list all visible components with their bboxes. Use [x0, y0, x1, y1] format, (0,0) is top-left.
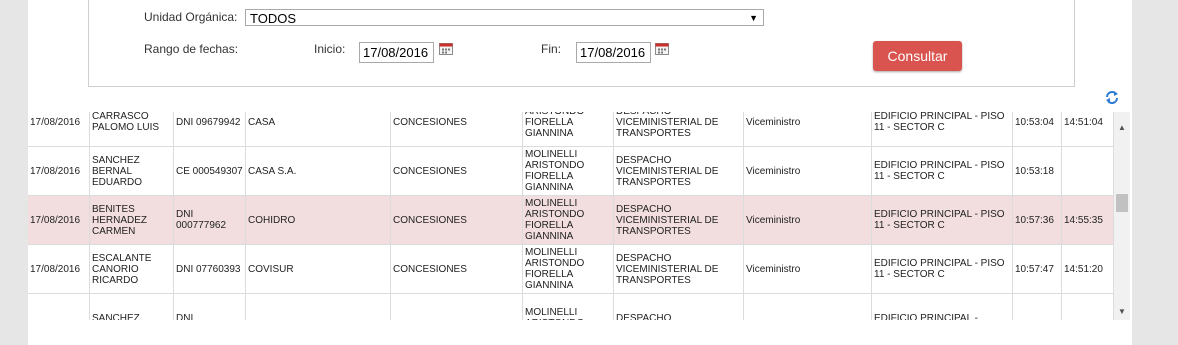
cell-entidad	[246, 294, 391, 320]
cell-ingreso: 10:53:04	[1013, 112, 1062, 146]
cell-oficina: DESPACHO	[614, 294, 744, 320]
cell-empleado: MOLINELLI ARISTONDO FIORELLA GIANNINA	[523, 245, 614, 293]
cell-ingreso	[1013, 294, 1062, 320]
cell-oficina: DESPACHO VICEMINISTERIAL DE TRANSPORTES	[614, 147, 744, 195]
scroll-down-arrow-icon[interactable]: ▼	[1114, 304, 1130, 320]
fin-label: Fin:	[541, 42, 562, 56]
cell-lugar: EDIFICIO PRINCIPAL -	[872, 294, 1013, 320]
scroll-up-arrow-icon[interactable]: ▲	[1114, 120, 1130, 136]
scroll-thumb[interactable]	[1116, 194, 1128, 212]
table-row[interactable]: 17/08/2016 CARRASCO PALOMO LUIS DNI 096799…	[28, 112, 1114, 147]
cell-entidad: CASA S.A.	[246, 147, 391, 195]
cell-fecha: 17/08/2016	[28, 147, 90, 195]
calendar-icon[interactable]	[655, 42, 669, 55]
cell-visitante: SANCHEZ	[90, 294, 174, 320]
cell-lugar: EDIFICIO PRINCIPAL - PISO 11 - SECTOR C	[872, 147, 1013, 195]
cell-entidad: COHIDRO	[246, 196, 391, 244]
cell-lugar: EDIFICIO PRINCIPAL - PISO 11 - SECTOR C	[872, 112, 1013, 146]
cell-documento: DNI 000777962	[174, 196, 246, 244]
cell-fecha	[28, 294, 90, 320]
refresh-icon[interactable]	[1104, 89, 1120, 105]
unidad-label: Unidad Orgánica:	[144, 10, 238, 24]
cell-oficina: DESPACHO VICEMINISTERIAL DE TRANSPORTES	[614, 196, 744, 244]
cell-cargo: Viceministro	[744, 245, 872, 293]
cell-salida	[1062, 147, 1114, 195]
cell-motivo: CONCESIONES	[391, 196, 523, 244]
cell-cargo: Viceministro	[744, 196, 872, 244]
inicio-label: Inicio:	[314, 42, 346, 56]
cell-oficina: DESPACHO VICEMINISTERIAL DE TRANSPORTES	[614, 245, 744, 293]
cell-visitante: CARRASCO PALOMO LUIS	[90, 112, 174, 146]
cell-salida: 14:55:35	[1062, 196, 1114, 244]
cell-entidad: COVISUR	[246, 245, 391, 293]
cell-empleado: MOLINELLI ARISTONDO FIORELLA GIANNINA	[523, 196, 614, 244]
chevron-down-icon: ▼	[749, 13, 758, 23]
cell-empleado: MOLINELLI ARISTONDO	[523, 294, 614, 320]
inicio-date-input[interactable]: 17/08/2016	[359, 42, 434, 63]
cell-motivo: CONCESIONES	[391, 245, 523, 293]
fin-date-input[interactable]: 17/08/2016	[576, 42, 651, 63]
cell-cargo: Viceministro	[744, 147, 872, 195]
table-row[interactable]: 17/08/2016 SANCHEZ BERNAL EDUARDO CE 00054…	[28, 147, 1114, 196]
calendar-icon[interactable]	[439, 42, 453, 55]
cell-empleado: MOLINELLI ARISTONDO FIORELLA GIANNINA	[523, 147, 614, 195]
cell-motivo: CONCESIONES	[391, 147, 523, 195]
cell-documento: CE 000549307	[174, 147, 246, 195]
unidad-select[interactable]: TODOS ▼	[245, 9, 764, 26]
cell-fecha: 17/08/2016	[28, 196, 90, 244]
cell-motivo: CONCESIONES	[391, 112, 523, 146]
cell-lugar: EDIFICIO PRINCIPAL - PISO 11 - SECTOR C	[872, 245, 1013, 293]
cell-visitante: ESCALANTE CANORIO RICARDO	[90, 245, 174, 293]
cell-lugar: EDIFICIO PRINCIPAL - PISO 11 - SECTOR C	[872, 196, 1013, 244]
cell-oficina: DESPACHO VICEMINISTERIAL DE TRANSPORTES	[614, 112, 744, 146]
cell-cargo	[744, 294, 872, 320]
table-row[interactable]: 17/08/2016 BENITES HERNADEZ CARMEN DNI 000…	[28, 196, 1114, 245]
cell-visitante: SANCHEZ BERNAL EDUARDO	[90, 147, 174, 195]
cell-salida: 14:51:20	[1062, 245, 1114, 293]
visits-table: 17/08/2016 CARRASCO PALOMO LUIS DNI 096799…	[28, 112, 1114, 320]
cell-salida: 14:51:04	[1062, 112, 1114, 146]
cell-cargo: Viceministro	[744, 112, 872, 146]
cell-salida	[1062, 294, 1114, 320]
cell-documento: DNI 07760393	[174, 245, 246, 293]
cell-empleado: ARISTONDO FIORELLA GIANNINA	[523, 112, 614, 146]
unidad-select-value: TODOS	[250, 11, 296, 26]
consultar-button[interactable]: Consultar	[873, 41, 962, 71]
cell-ingreso: 10:53:18	[1013, 147, 1062, 195]
cell-visitante: BENITES HERNADEZ CARMEN	[90, 196, 174, 244]
cell-ingreso: 10:57:47	[1013, 245, 1062, 293]
cell-fecha: 17/08/2016	[28, 112, 90, 146]
cell-documento: DNI 09679942	[174, 112, 246, 146]
cell-documento: DNI	[174, 294, 246, 320]
cell-fecha: 17/08/2016	[28, 245, 90, 293]
rango-label: Rango de fechas:	[144, 42, 239, 56]
cell-ingreso: 10:57:36	[1013, 196, 1062, 244]
cell-entidad: CASA	[246, 112, 391, 146]
table-row[interactable]: SANCHEZDNI MOLINELLI ARISTONDODESPACHO EDI…	[28, 294, 1114, 320]
cell-motivo	[391, 294, 523, 320]
table-row[interactable]: 17/08/2016 ESCALANTE CANORIO RICARDO DNI 0…	[28, 245, 1114, 294]
table-scrollbar[interactable]: ▲ ▼	[1114, 112, 1130, 320]
